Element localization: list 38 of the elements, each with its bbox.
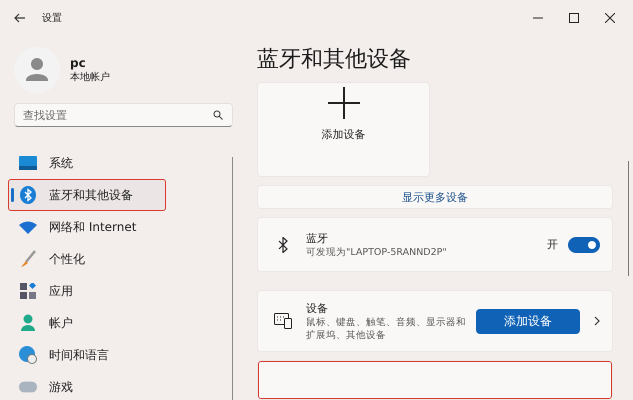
add-device-button[interactable]: 添加设备 bbox=[476, 308, 580, 334]
chevron-right-icon[interactable] bbox=[594, 316, 600, 326]
maximize-icon[interactable] bbox=[569, 13, 579, 23]
globe-icon bbox=[19, 346, 37, 364]
bluetooth-subtitle: 可发现为"LAPTOP-5RANND2P" bbox=[306, 246, 448, 258]
close-icon[interactable] bbox=[605, 13, 615, 23]
sidebar-item[interactable]: 时间和语言 bbox=[8, 339, 238, 371]
page-title: 蓝牙和其他设备 bbox=[257, 46, 412, 74]
devices-title: 设备 bbox=[306, 300, 329, 316]
sidebar-item[interactable]: 网络和 Internet bbox=[8, 211, 238, 243]
person-icon bbox=[19, 314, 37, 332]
apps-icon bbox=[19, 283, 37, 299]
sidebar-item[interactable]: 蓝牙和其他设备 bbox=[8, 179, 166, 211]
sidebar-item[interactable]: 游戏 bbox=[8, 371, 238, 400]
wifi-icon bbox=[19, 220, 37, 234]
user-name: pc bbox=[70, 56, 87, 70]
avatar-icon bbox=[14, 47, 60, 93]
monitor-icon bbox=[19, 156, 37, 170]
show-more-devices-button[interactable]: 显示更多设备 bbox=[257, 185, 613, 209]
sidebar-item[interactable]: 帐户 bbox=[8, 307, 238, 339]
plus-icon bbox=[328, 87, 360, 119]
bluetooth-icon bbox=[19, 186, 37, 204]
search-icon bbox=[213, 110, 223, 120]
bluetooth-title: 蓝牙 bbox=[306, 230, 329, 246]
bluetooth-toggle[interactable] bbox=[568, 236, 600, 252]
keyboard-icon bbox=[274, 313, 292, 329]
devices-subtitle: 鼠标、键盘、触笔、音频、显示器和扩展坞、其他设备 bbox=[306, 316, 466, 342]
toggle-state-label: 开 bbox=[547, 237, 558, 252]
brush-icon bbox=[19, 250, 37, 268]
back-icon[interactable] bbox=[14, 13, 26, 23]
add-device-tile[interactable]: 添加设备 bbox=[257, 82, 430, 178]
account-type: 本地帐户 bbox=[70, 70, 110, 84]
window-title: 设置 bbox=[42, 12, 62, 25]
sidebar-item[interactable]: 应用 bbox=[8, 275, 238, 307]
sidebar-item[interactable]: 个性化 bbox=[8, 243, 238, 275]
printers-card[interactable] bbox=[257, 360, 613, 400]
search-field[interactable]: 查找设置 bbox=[14, 103, 233, 127]
sidebar-item[interactable]: 系统 bbox=[8, 147, 238, 179]
